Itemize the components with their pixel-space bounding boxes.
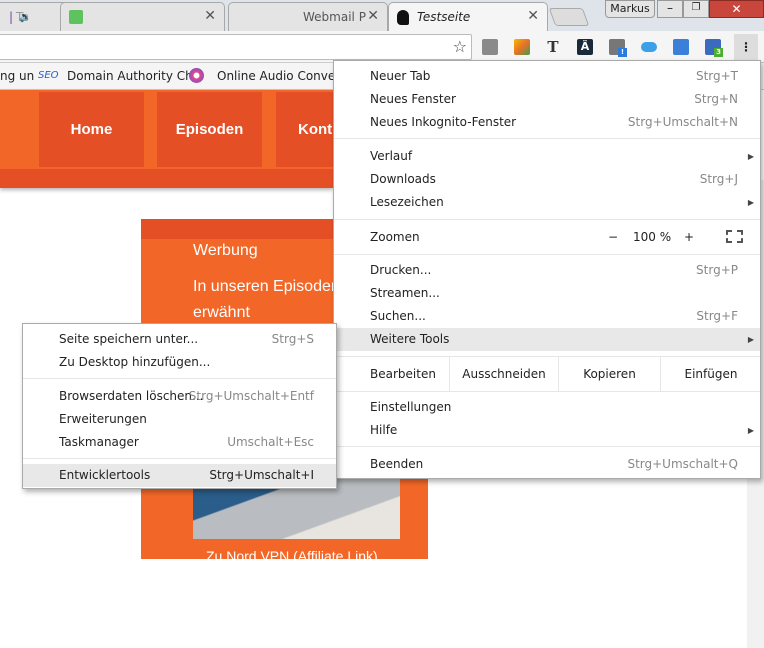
extension-badge: 3 (714, 48, 723, 57)
submenu-item-clear-data[interactable]: Browserdaten löschen... Strg+Umschalt+Ent… (23, 385, 336, 408)
tab-title: Testseite (417, 10, 471, 24)
fullscreen-icon[interactable] (726, 230, 743, 243)
t-letter-icon[interactable]: T (545, 39, 561, 55)
submenu-item-developer-tools[interactable]: Entwicklertools Strg+Umschalt+I (23, 464, 336, 487)
menu-item-history[interactable]: Verlauf ▶ (334, 145, 760, 168)
bookmark-item[interactable]: ng un (0, 69, 34, 83)
extension-badge: ! (618, 48, 627, 57)
submenu-item-task-manager[interactable]: Taskmanager Umschalt+Esc (23, 431, 336, 454)
menu-edit-row: Bearbeiten Ausschneiden Kopieren Einfüge… (334, 357, 760, 391)
code-icon[interactable]: 3 (705, 39, 723, 57)
nav-home[interactable]: Home (39, 92, 144, 167)
speaker-icon[interactable]: 🔈 (19, 12, 31, 23)
network-icon[interactable]: ! (609, 39, 627, 57)
chrome-menu-button[interactable]: ⋮ (734, 34, 758, 60)
chevron-right-icon: ▶ (747, 426, 754, 435)
widget-text: In unseren Episoden (193, 278, 340, 295)
audio-converter-icon (189, 68, 204, 83)
bracket-icon[interactable] (673, 39, 689, 55)
widget-title: Werbung (193, 242, 258, 259)
chrome-main-menu: Neuer Tab Strg+T Neues Fenster Strg+N Neue… (333, 60, 761, 479)
menu-item-find[interactable]: Suchen... Strg+F (334, 305, 760, 328)
zoom-in-button[interactable]: + (684, 220, 694, 254)
close-tab-icon[interactable]: ✕ (367, 8, 379, 24)
seo-icon: SEO (38, 70, 59, 81)
close-tab-icon[interactable]: ✕ (527, 8, 539, 24)
menu-item-help[interactable]: Hilfe ▶ (334, 419, 760, 442)
user-profile-button[interactable]: Markus (605, 0, 655, 18)
menu-item-exit[interactable]: Beenden Strg+Umschalt+Q (334, 453, 760, 476)
menu-item-new-window[interactable]: Neues Fenster Strg+N (334, 88, 760, 111)
tab-active[interactable]: Testseite ✕ (388, 2, 548, 31)
tab[interactable]: Webmail P ✕ (228, 2, 388, 31)
close-tab-icon[interactable]: ✕ (204, 8, 216, 24)
new-tab-button[interactable] (548, 8, 590, 26)
submenu-item-extensions[interactable]: Erweiterungen (23, 408, 336, 431)
submenu-item-save-page[interactable]: Seite speichern unter... Strg+S (23, 328, 336, 351)
cut-button[interactable]: Ausschneiden (449, 357, 558, 391)
paste-button[interactable]: Einfügen (660, 357, 761, 391)
bookmark-item[interactable]: Online Audio Conver (217, 69, 340, 83)
more-tools-submenu: Seite speichern unter... Strg+S Zu Deskto… (22, 323, 337, 489)
chevron-right-icon: ▶ (747, 152, 754, 161)
submenu-item-add-to-desktop[interactable]: Zu Desktop hinzufügen... (23, 351, 336, 374)
evernote-icon (69, 10, 83, 24)
toolbar: ☆ T Ä ! 3 ⋮ (0, 31, 764, 63)
menu-item-settings[interactable]: Einstellungen (334, 396, 760, 419)
menu-item-bookmarks[interactable]: Lesezeichen ▶ (334, 191, 760, 214)
menu-item-more-tools[interactable]: Weitere Tools ▶ (334, 328, 760, 351)
menu-zoom-row: Zoomen − 100 % + (334, 220, 760, 254)
tab-title: Webmail P (303, 10, 366, 24)
close-window-button[interactable]: ✕ (709, 0, 764, 18)
bookmark-star-icon[interactable]: ☆ (453, 37, 467, 56)
copy-button[interactable]: Kopieren (558, 357, 660, 391)
tab[interactable]: ✕ (60, 2, 225, 31)
zoom-out-button[interactable]: − (608, 220, 618, 254)
menu-item-print[interactable]: Drucken... Strg+P (334, 259, 760, 282)
flame-icon[interactable] (514, 39, 530, 55)
a-dark-icon[interactable]: Ä (577, 39, 593, 55)
widget-text: erwähnt (193, 304, 250, 321)
chevron-right-icon: ▶ (747, 335, 754, 344)
affiliate-link[interactable]: Zu Nord VPN (Affiliate Link) (206, 548, 378, 564)
restore-button[interactable]: ❐ (683, 0, 709, 18)
chevron-right-icon: ▶ (747, 198, 754, 207)
menu-item-new-tab[interactable]: Neuer Tab Strg+T (334, 65, 760, 88)
bookmark-item[interactable]: Domain Authority Ch (67, 69, 193, 83)
tab-strip: | Te 🔈 ✕ ✕ Webmail P ✕ Testseite ✕ Marku… (0, 0, 764, 31)
minimize-button[interactable]: – (657, 0, 683, 18)
nav-episoden[interactable]: Episoden (157, 92, 262, 167)
address-bar[interactable]: ☆ (0, 34, 472, 60)
nav-kontakt[interactable]: Kont (276, 92, 333, 167)
menu-item-cast[interactable]: Streamen... (334, 282, 760, 305)
cloud-icon[interactable] (641, 42, 657, 52)
shield-gray-icon[interactable] (482, 39, 498, 55)
menu-item-incognito[interactable]: Neues Inkognito-Fenster Strg+Umschalt+N (334, 111, 760, 134)
menu-item-downloads[interactable]: Downloads Strg+J (334, 168, 760, 191)
site-navigation: Home Episoden Kont (0, 90, 333, 188)
zoom-level: 100 % (633, 230, 672, 244)
head-silhouette-icon (397, 9, 409, 25)
user-name: Markus (610, 2, 650, 15)
